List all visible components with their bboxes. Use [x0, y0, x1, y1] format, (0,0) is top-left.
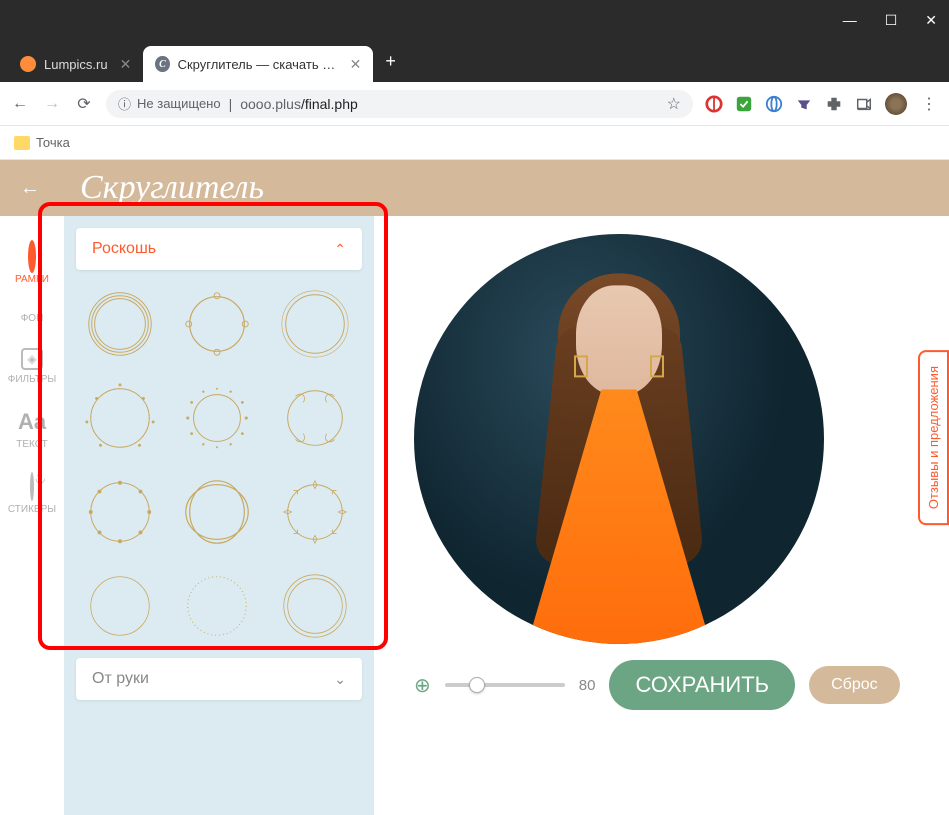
side-tab-filters[interactable]: ФИЛЬТРЫ: [0, 336, 64, 397]
profile-avatar[interactable]: [885, 93, 907, 115]
canvas-area: ⊕ 80 СОХРАНИТЬ Сброс: [374, 216, 949, 815]
browser-tab-inactive[interactable]: Lumpics.ru ✕: [8, 46, 143, 82]
tab-close-icon[interactable]: ✕: [350, 56, 362, 73]
frame-option[interactable]: [76, 468, 164, 556]
nav-forward-icon[interactable]: →: [42, 95, 62, 113]
security-label: Не защищено: [137, 96, 221, 111]
side-tab-label: ТЕКСТ: [16, 439, 48, 450]
browser-tab-strip: Lumpics.ru ✕ C Скруглитель — скачать кру…: [0, 40, 949, 82]
slider-thumb[interactable]: [469, 677, 485, 693]
zoom-in-icon[interactable]: ⊕: [414, 673, 431, 698]
save-button[interactable]: СОХРАНИТЬ: [609, 660, 795, 710]
browser-tab-active[interactable]: C Скруглитель — скачать круглук ✕: [143, 46, 373, 82]
frame-option[interactable]: [173, 468, 261, 556]
frames-panel: Роскошь ⌃ От руки ⌄: [64, 216, 374, 815]
folder-icon: [14, 136, 30, 150]
window-titlebar: — ☐ ✕: [0, 0, 949, 40]
frame-option[interactable]: [76, 374, 164, 462]
reset-button[interactable]: Сброс: [809, 666, 900, 704]
side-tab-stickers[interactable]: СТИКЕРЫ: [0, 462, 64, 527]
new-tab-button[interactable]: +: [373, 51, 408, 72]
chevron-down-icon: ⌄: [334, 671, 346, 688]
frame-option[interactable]: [271, 374, 359, 462]
security-indicator[interactable]: ⓘ Не защищено: [118, 94, 221, 113]
extension-icon[interactable]: [795, 95, 813, 113]
url-separator: |: [229, 96, 233, 112]
minimize-button[interactable]: —: [843, 12, 857, 29]
extension-icon[interactable]: [765, 95, 783, 113]
text-icon: Aa: [18, 409, 46, 435]
url-input[interactable]: ⓘ Не защищено | oooo.plus/final.php ☆: [106, 90, 693, 118]
bookmark-item[interactable]: Точка: [14, 135, 70, 150]
maximize-button[interactable]: ☐: [885, 12, 898, 29]
side-tab-label: РАМКИ: [15, 274, 49, 285]
close-button[interactable]: ✕: [925, 12, 937, 29]
tab-title: Lumpics.ru: [44, 57, 108, 72]
category-header-collapsed[interactable]: От руки ⌄: [76, 658, 362, 700]
bookmark-label: Точка: [36, 135, 70, 150]
extension-puzzle-icon[interactable]: [825, 95, 843, 113]
tab-close-icon[interactable]: ✕: [120, 56, 132, 73]
app-header: ← Скруглитель: [0, 160, 949, 216]
nav-back-icon[interactable]: ←: [10, 95, 30, 113]
side-tab-label: СТИКЕРЫ: [8, 504, 56, 515]
frame-option[interactable]: [271, 280, 359, 368]
filter-icon: [21, 348, 43, 370]
frame-option[interactable]: [271, 562, 359, 650]
bookmarks-bar: Точка: [0, 126, 949, 160]
side-tab-background[interactable]: ФОН: [0, 297, 64, 336]
url-text: oooo.plus/final.php: [240, 96, 358, 112]
controls-row: ⊕ 80 СОХРАНИТЬ Сброс: [414, 660, 929, 710]
bookmark-star-icon[interactable]: ☆: [667, 94, 681, 114]
side-tabs: РАМКИ ФОН ФИЛЬТРЫ Aa ТЕКСТ СТИКЕРЫ: [0, 216, 64, 815]
category-label: Роскошь: [92, 240, 156, 258]
favicon-icon: [20, 56, 36, 72]
info-icon: ⓘ: [118, 94, 131, 113]
frame-option[interactable]: [173, 562, 261, 650]
frame-option[interactable]: [173, 280, 261, 368]
frame-option[interactable]: [76, 562, 164, 650]
side-tab-label: ФОН: [21, 313, 44, 324]
frame-option[interactable]: [76, 280, 164, 368]
app-title: Скруглитель: [80, 169, 264, 207]
extension-icon[interactable]: [705, 95, 723, 113]
media-icon[interactable]: [855, 95, 873, 113]
category-label: От руки: [92, 670, 149, 688]
category-header-expanded[interactable]: Роскошь ⌃: [76, 228, 362, 270]
extension-icon[interactable]: [735, 95, 753, 113]
favicon-icon: C: [155, 56, 169, 72]
extensions-row: ⋮: [705, 93, 939, 115]
window-controls: — ☐ ✕: [843, 12, 937, 29]
menu-icon[interactable]: ⋮: [919, 94, 939, 114]
address-bar: ← → ⟳ ⓘ Не защищено | oooo.plus/final.ph…: [0, 82, 949, 126]
smile-icon: [30, 474, 34, 500]
reload-icon[interactable]: ⟳: [74, 94, 94, 114]
frame-option[interactable]: [271, 468, 359, 556]
feedback-tab[interactable]: Отзывы и предложения: [918, 350, 949, 525]
frames-grid: [76, 280, 362, 650]
tab-title: Скруглитель — скачать круглук: [178, 57, 338, 72]
side-tab-text[interactable]: Aa ТЕКСТ: [0, 397, 64, 462]
side-tab-frames[interactable]: РАМКИ: [0, 232, 64, 297]
zoom-value: 80: [579, 677, 596, 694]
chevron-up-icon: ⌃: [334, 241, 346, 258]
side-tab-label: ФИЛЬТРЫ: [8, 374, 57, 385]
frame-option[interactable]: [173, 374, 261, 462]
app-body: РАМКИ ФОН ФИЛЬТРЫ Aa ТЕКСТ СТИКЕРЫ Роско…: [0, 216, 949, 815]
zoom-slider[interactable]: [445, 683, 565, 687]
back-arrow-icon[interactable]: ←: [20, 177, 40, 200]
preview-image[interactable]: [414, 234, 824, 644]
ring-icon: [28, 244, 36, 270]
